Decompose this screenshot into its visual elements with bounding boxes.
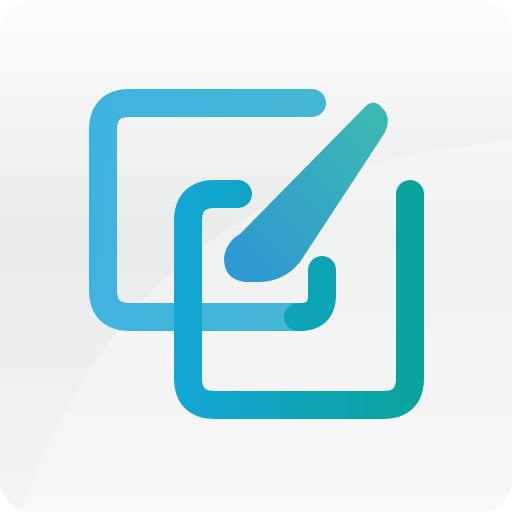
edit-squares-icon (0, 0, 512, 512)
app-icon[interactable] (0, 0, 512, 512)
